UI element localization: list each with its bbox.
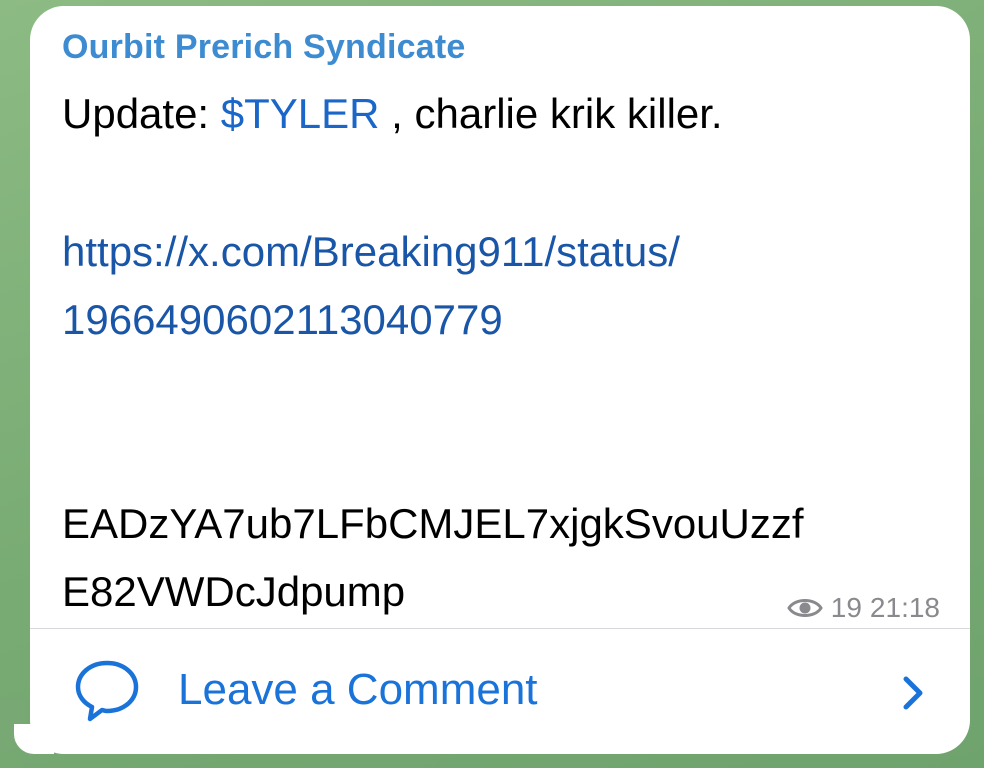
message-meta: 19 21:18: [787, 592, 940, 624]
status-link-part2[interactable]: 1966490602113040779: [62, 296, 503, 344]
cashtag-link[interactable]: $TYLER: [221, 90, 380, 137]
message-bubble: Ourbit Prerich Syndicate Update: $TYLER …: [30, 6, 970, 754]
message-text-line: Update: $TYLER , charlie krik killer.: [62, 90, 723, 138]
chevron-right-icon: [903, 676, 923, 710]
message-time: 21:18: [869, 592, 940, 623]
contract-address-part2: E82VWDcJdpump: [62, 568, 406, 615]
eye-icon: [787, 599, 823, 617]
status-link-part1[interactable]: https://x.com/Breaking911/status/: [62, 228, 680, 276]
leave-comment-label: Leave a Comment: [178, 665, 538, 714]
message-suffix: , charlie krik killer.: [379, 90, 723, 137]
sender-name[interactable]: Ourbit Prerich Syndicate: [62, 28, 465, 67]
speech-bubble-icon: [75, 660, 139, 722]
leave-comment-button[interactable]: Leave a Comment: [30, 629, 970, 754]
view-count: 19: [830, 592, 862, 623]
contract-address-part1: EADzYA7ub7LFbCMJEL7xjgkSvouUzzf: [62, 500, 804, 547]
update-prefix: Update:: [62, 90, 221, 137]
